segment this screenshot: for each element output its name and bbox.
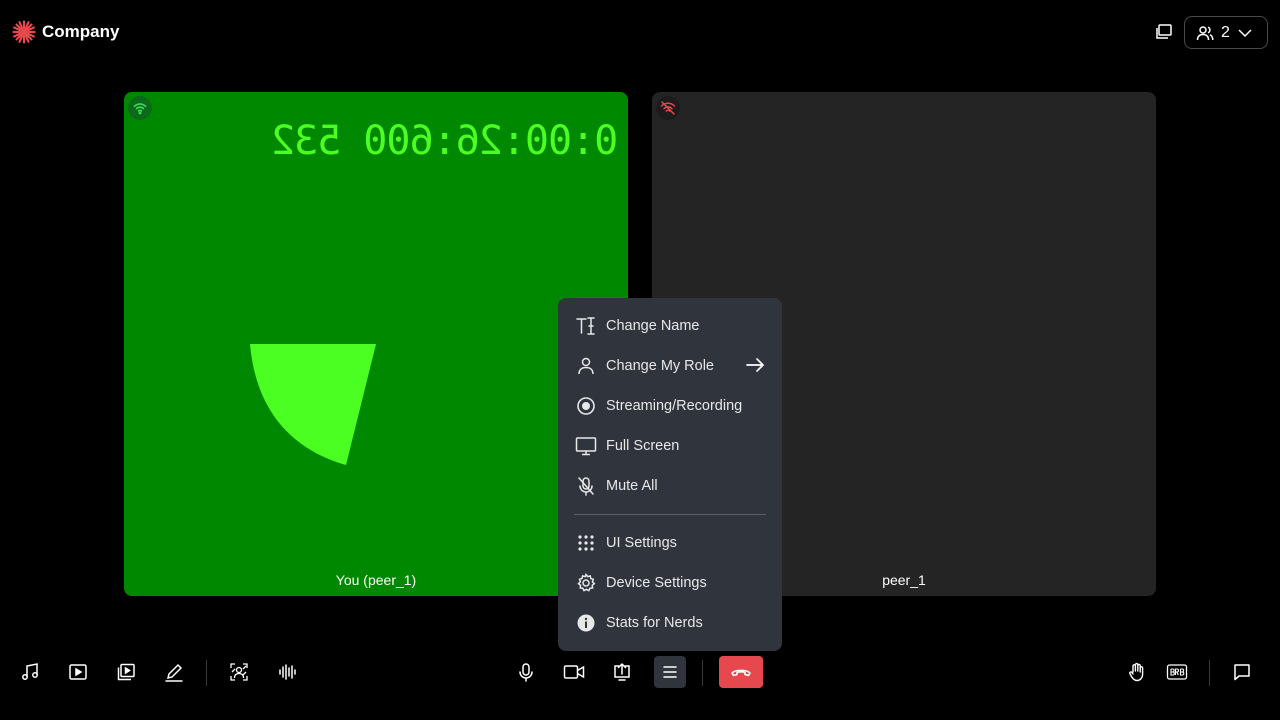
audio-waveform-icon bbox=[277, 662, 297, 682]
menu-item-label: UI Settings bbox=[606, 535, 677, 551]
video-sector-shape bbox=[250, 344, 376, 465]
asterisk-logo-icon bbox=[12, 20, 36, 44]
mic-off-icon bbox=[574, 474, 598, 498]
wifi-good-icon bbox=[133, 101, 147, 115]
chevron-down-icon bbox=[1236, 24, 1254, 42]
header: Company 2 bbox=[0, 0, 1280, 64]
video-tile-local[interactable]: 0:00:26:600 532 You (peer_1) bbox=[124, 92, 628, 596]
record-icon bbox=[574, 394, 598, 418]
virtual-background-button[interactable] bbox=[223, 656, 255, 688]
info-icon bbox=[574, 611, 598, 635]
toolbar-divider bbox=[206, 660, 207, 686]
raise-hand-button[interactable] bbox=[1121, 656, 1153, 688]
picture-in-picture-button[interactable] bbox=[1150, 18, 1178, 46]
menu-item-label: Device Settings bbox=[606, 575, 707, 591]
menu-item-label: Streaming/Recording bbox=[606, 398, 743, 414]
screen-share-icon bbox=[612, 662, 632, 682]
picture-in-picture-icon bbox=[1154, 22, 1174, 42]
toolbar-divider bbox=[1209, 660, 1210, 686]
grid-dots-icon bbox=[574, 531, 598, 555]
virtual-background-icon bbox=[229, 662, 249, 682]
network-quality-badge bbox=[128, 96, 152, 120]
menu-item-label: Change Name bbox=[606, 318, 700, 334]
toolbar-divider bbox=[702, 660, 703, 686]
participants-count: 2 bbox=[1221, 23, 1230, 41]
hamburger-menu-icon bbox=[661, 663, 679, 681]
gear-icon bbox=[574, 571, 598, 595]
menu-item-mute-all[interactable]: Mute All bbox=[558, 466, 782, 506]
chat-button[interactable] bbox=[1226, 656, 1258, 688]
video-play-button[interactable] bbox=[62, 656, 94, 688]
raise-hand-icon bbox=[1127, 662, 1147, 682]
music-note-icon bbox=[20, 662, 40, 682]
microphone-toggle-button[interactable] bbox=[510, 656, 542, 688]
monitor-icon bbox=[574, 434, 598, 458]
bottom-toolbar bbox=[0, 648, 1280, 696]
people-icon bbox=[1195, 23, 1215, 43]
more-settings-menu: Change Name Change My Role Streaming/Rec… bbox=[558, 298, 782, 651]
menu-item-stats-for-nerds[interactable]: Stats for Nerds bbox=[558, 603, 782, 643]
participants-button[interactable]: 2 bbox=[1184, 16, 1268, 49]
network-quality-badge bbox=[656, 96, 680, 120]
menu-item-full-screen[interactable]: Full Screen bbox=[558, 426, 782, 466]
menu-item-label: Mute All bbox=[606, 478, 658, 494]
leave-call-icon bbox=[730, 661, 752, 683]
whiteboard-button[interactable] bbox=[158, 656, 190, 688]
text-cursor-icon bbox=[574, 314, 598, 338]
menu-item-change-role[interactable]: Change My Role bbox=[558, 346, 782, 386]
menu-item-label: Stats for Nerds bbox=[606, 615, 703, 631]
brb-icon bbox=[1166, 662, 1188, 682]
music-button[interactable] bbox=[14, 656, 46, 688]
menu-item-label: Full Screen bbox=[606, 438, 680, 454]
camera-toggle-button[interactable] bbox=[558, 656, 590, 688]
menu-item-streaming-recording[interactable]: Streaming/Recording bbox=[558, 386, 782, 426]
menu-item-label: Change My Role bbox=[606, 358, 714, 374]
menu-divider bbox=[574, 514, 766, 515]
more-settings-button[interactable] bbox=[654, 656, 686, 688]
video-play-icon bbox=[68, 662, 88, 682]
person-icon bbox=[574, 354, 598, 378]
media-share-icon bbox=[116, 662, 136, 682]
brand-logo[interactable]: Company bbox=[12, 20, 119, 44]
chat-icon bbox=[1232, 662, 1252, 682]
brb-button[interactable] bbox=[1161, 656, 1193, 688]
menu-item-ui-settings[interactable]: UI Settings bbox=[558, 523, 782, 563]
menu-item-device-settings[interactable]: Device Settings bbox=[558, 563, 782, 603]
pencil-icon bbox=[164, 662, 184, 682]
camera-icon bbox=[563, 662, 585, 682]
microphone-icon bbox=[516, 662, 536, 682]
brand-name: Company bbox=[42, 22, 120, 41]
screen-share-button[interactable] bbox=[606, 656, 638, 688]
menu-item-change-name[interactable]: Change Name bbox=[558, 306, 782, 346]
tile-name-label: You (peer_1) bbox=[335, 572, 417, 588]
media-share-button[interactable] bbox=[110, 656, 142, 688]
arrow-right-icon bbox=[744, 354, 766, 376]
video-timer-text: 0:00:26:600 532 bbox=[271, 118, 618, 164]
noise-suppression-button[interactable] bbox=[271, 656, 303, 688]
leave-call-button[interactable] bbox=[719, 656, 763, 688]
wifi-off-icon bbox=[660, 100, 676, 116]
